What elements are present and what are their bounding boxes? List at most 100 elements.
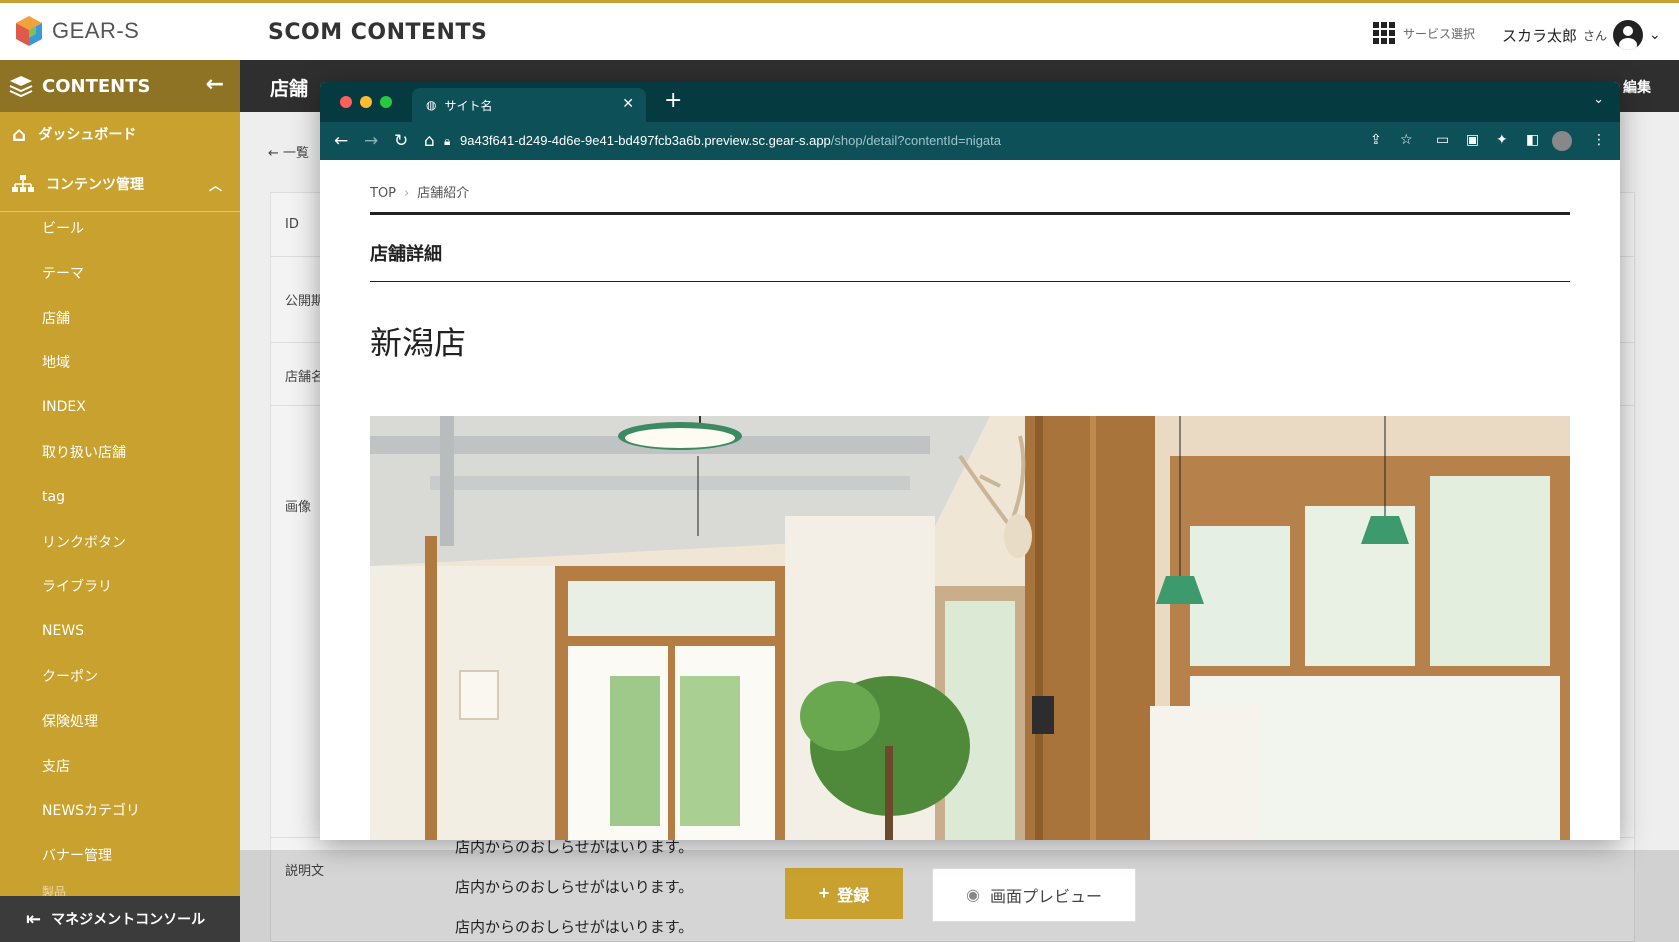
sidebar-header: CONTENTS ←: [0, 60, 240, 112]
sidebar-item-link-button[interactable]: リンクボタン: [0, 522, 240, 562]
page-mode-label: 編集: [1623, 80, 1651, 96]
store-name-heading: 新潟店: [370, 324, 467, 362]
sidebar-item-insurance[interactable]: 保険処理: [0, 701, 240, 741]
sidebar-item-label: バナー管理: [42, 848, 112, 864]
user-name: スカラ太郎: [1502, 26, 1578, 45]
sidebar-item-label: INDEX: [42, 399, 86, 415]
section-top-rule: [370, 212, 1570, 215]
sidebar-item-region[interactable]: 地域: [0, 342, 240, 382]
sidebar-item-label: 店舗: [42, 311, 70, 327]
sidebar-item-news[interactable]: NEWS: [0, 611, 240, 651]
field-label-publish: 公開期: [285, 294, 325, 309]
sidebar-item-handling-stores[interactable]: 取り扱い店舗: [0, 432, 240, 472]
forward-arrow-icon[interactable]: →: [364, 131, 378, 151]
eye-icon: ◉: [966, 887, 980, 904]
store-interior-photo: [370, 416, 1570, 840]
sidebar-item-beer[interactable]: ビール: [0, 208, 240, 248]
description-line: 店内からのおしらせがはいります。: [455, 918, 694, 936]
sidebar: CONTENTS ← ⌂ ダッシュボード コンテンツ管理 ︿ ビール テーマ 店…: [0, 60, 240, 942]
window-minimize-button[interactable]: [360, 96, 372, 108]
breadcrumb-store-intro[interactable]: 店舗紹介: [417, 186, 469, 201]
bookmark-star-icon[interactable]: ☆: [1400, 132, 1413, 148]
top-header: GEAR-S SCOM CONTENTS サービス選択 スカラ太郎 さん ⌄: [0, 0, 1679, 60]
breadcrumb-separator-icon: ›: [404, 186, 410, 201]
extension-icon[interactable]: ▣: [1466, 132, 1479, 148]
sidebar-item-label: ダッシュボード: [38, 127, 137, 143]
service-select[interactable]: サービス選択: [1373, 22, 1475, 44]
new-tab-icon[interactable]: +: [664, 88, 682, 113]
tab-menu-chevron-icon[interactable]: ⌄: [1593, 92, 1604, 107]
register-button[interactable]: + 登録: [785, 868, 903, 919]
app-logo[interactable]: GEAR-S: [14, 15, 139, 47]
url-field[interactable]: 9a43f641-d249-4d6e-9e41-bd497fcb3a6b.pre…: [460, 133, 1001, 148]
chevron-down-icon: ⌄: [1649, 27, 1661, 43]
management-console-label: マネジメントコンソール: [51, 912, 206, 928]
url-host: 9a43f641-d249-4d6e-9e41-bd497fcb3a6b.pre…: [460, 133, 831, 148]
section-bottom-rule: [370, 281, 1570, 282]
share-icon[interactable]: ⇪: [1370, 132, 1382, 148]
avatar-icon: [1613, 20, 1644, 50]
sidebar-item-dashboard[interactable]: ⌂ ダッシュボード: [0, 114, 240, 154]
home-icon: ⌂: [12, 122, 27, 146]
breadcrumb-top[interactable]: TOP: [370, 186, 396, 201]
preview-button[interactable]: ◉ 画面プレビュー: [932, 868, 1136, 922]
kebab-menu-icon[interactable]: ⋮: [1592, 132, 1606, 148]
tab-title: サイト名: [444, 98, 493, 113]
back-arrow-icon[interactable]: ←: [334, 131, 348, 151]
url-path: /shop/detail?contentId=nigata: [830, 133, 1001, 148]
field-label-id: ID: [285, 217, 299, 232]
sidebar-item-tag[interactable]: tag: [0, 477, 240, 517]
sidebar-item-label: ビール: [42, 221, 84, 237]
preview-browser-window: ◍ サイト名 ✕ + ⌄ ← → ↻ ⌂ 🔒︎ 9a43f641-d249-4d…: [320, 82, 1620, 840]
page-title: 店舗: [270, 78, 309, 100]
layers-icon: [9, 76, 33, 98]
sidebar-item-label: クーポン: [42, 669, 98, 685]
home-icon[interactable]: ⌂: [424, 131, 435, 151]
reload-icon[interactable]: ↻: [394, 131, 408, 151]
plus-icon: +: [818, 883, 830, 903]
sidebar-item-coupon[interactable]: クーポン: [0, 656, 240, 696]
sidebar-item-news-category[interactable]: NEWSカテゴリ: [0, 790, 240, 830]
collapse-arrow-icon[interactable]: ←: [206, 72, 224, 97]
window-close-button[interactable]: [340, 96, 352, 108]
sidebar-item-label: NEWS: [42, 623, 85, 639]
window-zoom-button[interactable]: [380, 96, 392, 108]
sitemap-icon: [12, 175, 34, 192]
sidebar-item-label: 地域: [42, 355, 70, 371]
browser-tab-bar: ◍ サイト名 ✕ + ⌄: [320, 82, 1620, 122]
sidebar-item-label: 支店: [42, 759, 70, 775]
sidebar-item-library[interactable]: ライブラリ: [0, 566, 240, 606]
sidebar-item-label: NEWSカテゴリ: [42, 803, 141, 819]
back-to-list-link[interactable]: ← 一覧: [268, 142, 309, 161]
sidepanel-icon[interactable]: ◧: [1526, 132, 1539, 148]
sidebar-item-label: tag: [42, 489, 65, 505]
lock-icon: 🔒︎: [444, 134, 451, 148]
sidebar-item-label: コンテンツ管理: [46, 177, 144, 193]
gear-s-logo-icon: [16, 16, 42, 46]
service-select-label: サービス選択: [1403, 26, 1476, 41]
address-bar: ← → ↻ ⌂ 🔒︎ 9a43f641-d249-4d6e-9e41-bd497…: [320, 122, 1620, 160]
field-label-store-name: 店舗名: [285, 370, 325, 385]
browser-tab[interactable]: ◍ サイト名 ✕: [412, 88, 646, 122]
sidebar-item-branch[interactable]: 支店: [0, 746, 240, 786]
app-title: SCOM CONTENTS: [268, 20, 488, 45]
apps-grid-icon: [1373, 22, 1395, 44]
sidebar-title: CONTENTS: [42, 75, 151, 97]
sidebar-item-banner[interactable]: バナー管理: [0, 835, 240, 875]
breadcrumb: TOP › 店舗紹介: [370, 182, 469, 201]
sidebar-item-label: リンクボタン: [42, 535, 126, 551]
field-label-image: 画像: [285, 500, 312, 515]
user-menu[interactable]: スカラ太郎 さん ⌄: [1502, 20, 1661, 50]
sidebar-item-theme[interactable]: テーマ: [0, 253, 240, 293]
tab-close-icon[interactable]: ✕: [622, 96, 634, 112]
sidebar-item-index[interactable]: INDEX: [0, 387, 240, 427]
profile-avatar-icon[interactable]: [1552, 131, 1572, 151]
cast-icon[interactable]: ▭: [1436, 132, 1449, 148]
sidebar-item-label: テーマ: [42, 266, 84, 282]
preview-button-label: 画面プレビュー: [989, 889, 1102, 906]
management-console-link[interactable]: ⇤ マネジメントコンソール: [0, 896, 240, 942]
sidebar-item-store[interactable]: 店舗: [0, 298, 240, 338]
sidebar-item-content-management[interactable]: コンテンツ管理 ︿: [0, 164, 240, 204]
register-button-label: 登録: [837, 887, 870, 905]
puzzle-icon[interactable]: ✦: [1496, 132, 1508, 148]
